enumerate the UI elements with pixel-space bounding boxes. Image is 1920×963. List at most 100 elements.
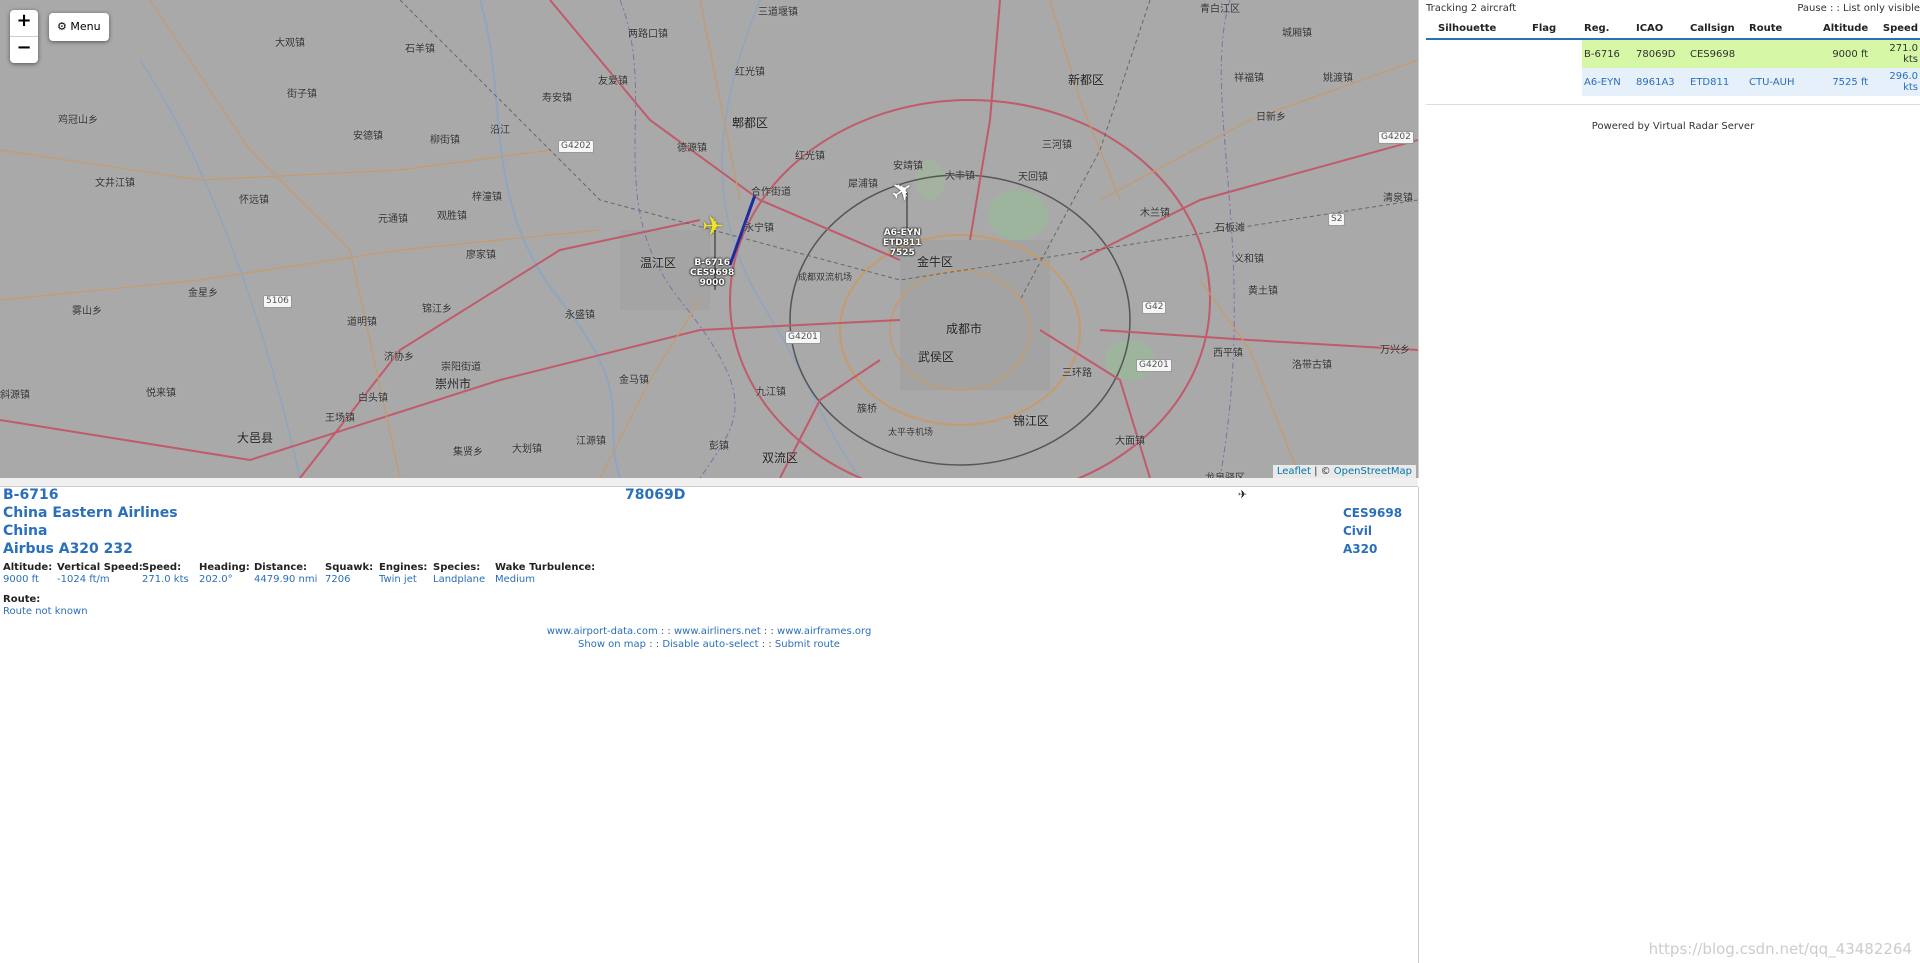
place-label: 梓潼镇: [472, 192, 502, 203]
place-label: 大观镇: [275, 38, 305, 49]
field-label: Heading:: [199, 562, 250, 573]
place-label: 簇桥: [857, 404, 877, 415]
leaflet-link[interactable]: Leaflet: [1277, 466, 1311, 477]
field-value: Medium: [495, 574, 535, 585]
place-label: 三环路: [1062, 368, 1092, 379]
place-label: 锦江区: [1013, 414, 1050, 428]
place-label: 崇州市: [435, 377, 472, 391]
detail-icao-type: A320: [1343, 542, 1378, 556]
route-cell: [1747, 39, 1821, 68]
table-row[interactable]: B-6716 78069D CES9698 9000 ft 271.0 kts: [1426, 39, 1920, 68]
detail-country: China: [3, 523, 48, 539]
detail-species-type: Civil: [1343, 524, 1372, 538]
place-label: 寿安镇: [542, 93, 572, 104]
show-on-map-link[interactable]: Show on map: [578, 639, 646, 650]
zoom-in-button[interactable]: +: [10, 10, 38, 36]
place-label: 斜源镇: [0, 390, 30, 401]
airport-data-link[interactable]: www.airport-data.com: [547, 626, 658, 637]
field-label: Squawk:: [325, 562, 374, 573]
list-separator: : :: [1826, 3, 1844, 14]
column-header-silhouette[interactable]: Silhouette: [1426, 19, 1530, 40]
link-separator: : :: [760, 626, 778, 637]
detail-operator: China Eastern Airlines: [3, 505, 178, 521]
place-label: 姚渡镇: [1323, 73, 1353, 84]
zoom-out-button[interactable]: −: [10, 36, 38, 63]
detail-callsign: CES9698: [1343, 506, 1403, 520]
place-label: 悦来镇: [146, 388, 176, 399]
place-label: 文井江镇: [95, 178, 135, 189]
column-header-icao[interactable]: ICAO: [1634, 19, 1688, 40]
menu-button[interactable]: ⚙ Menu: [49, 13, 109, 41]
osm-link[interactable]: OpenStreetMap: [1334, 466, 1412, 477]
aircraft-table: Silhouette Flag Reg. ICAO Callsign Route…: [1426, 19, 1920, 96]
place-label: 红光镇: [795, 151, 825, 162]
speed-cell: 271.0 kts: [1870, 39, 1920, 68]
place-label: 柳街镇: [430, 135, 460, 146]
table-row[interactable]: A6-EYN 8961A3 ETD811 CTU-AUH 7525 ft 296…: [1426, 68, 1920, 96]
aircraft-marker-selected[interactable]: ✈: [702, 214, 724, 240]
column-header-altitude[interactable]: Altitude: [1821, 19, 1871, 40]
airframes-link[interactable]: www.airframes.org: [777, 626, 871, 637]
road-shield: 5106: [263, 295, 292, 308]
column-header-callsign[interactable]: Callsign: [1688, 19, 1747, 40]
detail-icao: 78069D: [625, 487, 686, 503]
table-header-row: Silhouette Flag Reg. ICAO Callsign Route…: [1426, 19, 1920, 40]
place-label: 日新乡: [1256, 112, 1286, 123]
place-label: 义和镇: [1234, 254, 1264, 265]
place-label: 犀浦镇: [848, 179, 878, 190]
aircraft-silhouette-icon: ✈: [1238, 488, 1248, 501]
place-label: 祥福镇: [1234, 73, 1264, 84]
list-header-bar: Tracking 2 aircraft Pause : : List only …: [1426, 0, 1920, 19]
speed-cell: 296.0 kts: [1870, 68, 1920, 96]
aircraft-reg: A6-EYN: [883, 228, 921, 238]
road-shield: S2: [1328, 213, 1346, 226]
place-label: 龙泉驿区: [1205, 469, 1245, 478]
field-value: -1024 ft/m: [57, 574, 110, 585]
aircraft-label: A6-EYN ETD811 7525: [883, 228, 922, 258]
icao-cell: 78069D: [1634, 39, 1688, 68]
column-header-reg[interactable]: Reg.: [1582, 19, 1634, 40]
list-only-visible-link[interactable]: List only visible: [1843, 3, 1920, 14]
place-label: 怀远镇: [239, 195, 269, 206]
altitude-cell: 9000 ft: [1821, 39, 1871, 68]
zoom-control: + −: [10, 10, 38, 63]
map-view[interactable]: 三道堰镇 青白江区 大观镇 石羊镇 两路口镇 红光镇 友爱镇 寿安镇 沿江 郫都…: [0, 0, 1419, 478]
place-label: 友爱镇: [598, 76, 628, 87]
submit-route-link[interactable]: Submit route: [775, 639, 840, 650]
icao-cell: 8961A3: [1634, 68, 1688, 96]
column-header-flag[interactable]: Flag: [1530, 19, 1582, 40]
field-label: Vertical Speed:: [57, 562, 143, 573]
column-header-route[interactable]: Route: [1747, 19, 1821, 40]
place-label: 大划镇: [512, 444, 542, 455]
action-links: Show on map : : Disable auto-select : : …: [0, 639, 1418, 650]
place-label: 红光镇: [735, 67, 765, 78]
field-value: 4479.90 nmi: [254, 574, 318, 585]
route-label: Route:: [3, 594, 41, 605]
external-links: www.airport-data.com : : www.airliners.n…: [0, 626, 1418, 637]
place-label: 江源镇: [576, 436, 606, 447]
aircraft-detail-panel: B-6716 78069D ✈ China Eastern Airlines C…: [0, 487, 1419, 963]
road-shield: G42: [1142, 301, 1167, 314]
place-label: 永宁镇: [744, 223, 774, 234]
disable-auto-select-link[interactable]: Disable auto-select: [662, 639, 758, 650]
field-label: Distance:: [254, 562, 308, 573]
place-label: 石板滩: [1215, 223, 1245, 234]
field-label: Wake Turbulence:: [495, 562, 596, 573]
place-label: 鸡冠山乡: [58, 115, 98, 126]
place-label: 观胜镇: [437, 211, 467, 222]
place-label: 白头镇: [358, 393, 388, 404]
place-label: 木兰镇: [1140, 208, 1170, 219]
column-header-speed[interactable]: Speed: [1870, 19, 1920, 40]
pause-link[interactable]: Pause: [1797, 3, 1826, 14]
route-cell: CTU-AUH: [1747, 68, 1821, 96]
place-label: 沿江: [490, 125, 510, 136]
place-label: 锦江乡: [422, 304, 452, 315]
place-label: 洛带古镇: [1292, 360, 1332, 371]
place-label: 大丰镇: [945, 171, 975, 182]
reg-cell: B-6716: [1582, 39, 1634, 68]
splitter-handle[interactable]: [0, 478, 1418, 487]
airliners-link[interactable]: www.airliners.net: [674, 626, 761, 637]
field-label: Engines:: [379, 562, 428, 573]
place-label: 金星乡: [188, 288, 218, 299]
place-label: 郫都区: [732, 116, 769, 130]
